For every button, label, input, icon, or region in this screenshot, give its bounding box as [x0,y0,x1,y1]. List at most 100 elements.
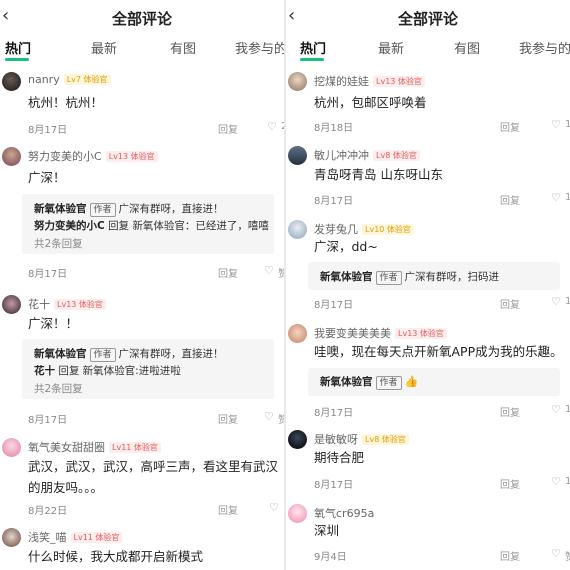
level-badge: Lv7 体验官 [63,74,111,85]
avatar[interactable] [2,72,21,91]
reply-button[interactable]: 回复 [500,404,520,419]
reply-line: 花十 回复 新氧体验官:进啦进啦 [34,365,181,377]
username[interactable]: 是敏敏呀 Lv8 体验官 [314,431,409,447]
comment-text: 武汉，武汉，武汉，高呼三声，看这里有武汉的朋友吗。。。 [28,459,279,495]
comment-item: 努力变美的小C Lv13 体验官 广深！ 新氧体验官 作者 广深有群呀，直接进！ 努力… [0,147,284,282]
comment-date: 8月22日 [28,506,68,517]
comment-text: 青岛呀青岛 山东呀山东 [314,167,443,182]
comment-item: nanryLv7 体验官 杭州！杭州！ 8月17日 回复 ♡ 2 [0,72,284,136]
like-heart-icon[interactable]: ♡ [269,501,279,514]
author-tag: 作者 [89,348,116,362]
reply-button[interactable]: 回复 [218,411,238,426]
tab-with-images[interactable]: 有图 [454,38,480,57]
reply-box[interactable]: 新氧体验官 作者 👍 [308,368,560,396]
author-tag: 作者 [375,376,402,390]
tab-bar: 热门 最新 有图 我参与的 [0,34,284,64]
avatar[interactable] [288,504,307,523]
comment-item: 是敏敏呀 Lv8 体验官 期待合肥 8月17日 回复 ♡ 1 [286,430,570,491]
tab-hot[interactable]: 热门 [300,38,326,57]
top-bar: ‹ 全部评论 [0,0,284,34]
comment-text: 什么时候，我大成都开启新模式 [28,549,204,564]
like-heart-icon[interactable]: ♡ [551,547,561,560]
reply-button[interactable]: 回复 [500,476,520,491]
like-count: 赞 [278,269,284,280]
level-badge: Lv11 体验官 [70,532,123,543]
reply-line: 努力变美的小C 回复 新氧体验官：已经进了，嘻嘻 [34,220,269,232]
tab-participated[interactable]: 我参与的 [519,38,570,57]
level-badge: Lv13 体验官 [373,76,425,87]
reply-box[interactable]: 新氧体验官 作者 广深有群呀，直接进！ 努力变美的小C 回复 新氧体验官：已经进了，… [22,194,274,254]
username[interactable]: 挖煤的娃娃 Lv13 体验官 [314,73,425,89]
reply-button[interactable]: 回复 [500,548,520,563]
avatar[interactable] [288,324,307,343]
avatar[interactable] [2,147,21,166]
username[interactable]: 我要变美美美美 Lv13 体验官 [314,325,447,341]
like-heart-icon[interactable]: ♡ [551,191,561,204]
more-replies-link[interactable]: 共2条回复 [34,236,83,251]
comment-date: 8月17日 [28,269,68,280]
reply-button[interactable]: 回复 [218,502,238,517]
like-heart-icon[interactable]: ♡ [267,120,277,133]
reply-line: 新氧体验官 作者 广深有群呀，直接进！ [34,348,224,362]
top-bar: ‹ 全部评论 [286,0,570,34]
thumbs-up-icon: 👍 [404,375,419,388]
tab-latest[interactable]: 最新 [91,38,117,57]
reply-button[interactable]: 回复 [500,192,520,207]
page-title: 全部评论 [397,10,458,28]
username[interactable]: 浅笑_喵 Lv11 体验官 [28,529,123,545]
reply-box[interactable]: 新氧体验官 作者 广深有群呀，扫码进 [308,262,560,290]
comment-text: 哇噢，现在每天点开新氧APP成为我的乐趣。 [314,344,563,359]
username[interactable]: 敏儿冲冲冲 Lv8 体验官 [314,147,420,163]
comment-item: 我要变美美美美 Lv13 体验官 哇噢，现在每天点开新氧APP成为我的乐趣。 新氧… [286,324,570,419]
username[interactable]: 花十 Lv13 体验官 [28,296,106,312]
avatar[interactable] [288,430,307,449]
level-badge: Lv13 体验官 [395,328,447,339]
like-heart-icon[interactable]: ♡ [264,410,274,423]
active-tab-indicator [5,58,29,61]
username[interactable]: 氧气美女甜甜圈 Lv11 体验官 [28,439,161,455]
avatar[interactable] [2,438,21,457]
reply-line: 新氧体验官 作者 广深有群呀，扫码进 [320,271,500,285]
level-badge: Lv10 体验官 [362,224,414,235]
reply-button[interactable]: 回复 [218,121,238,136]
avatar[interactable] [288,72,307,91]
reply-button[interactable]: 回复 [500,296,520,311]
comment-date: 8月18日 [314,123,354,134]
like-heart-icon[interactable]: ♡ [551,295,561,308]
reply-box[interactable]: 新氧体验官 作者 广深有群呀，直接进！ 花十 回复 新氧体验官:进啦进啦 共2条回复 [22,339,274,399]
reply-button[interactable]: 回复 [218,265,238,280]
username[interactable]: nanry Lv7 体验官 [28,73,111,86]
tab-hot[interactable]: 热门 [5,38,31,57]
comment-item: 花十 Lv13 体验官 广深！！ 新氧体验官 作者 广深有群呀，直接进！ 花十 回复 … [0,295,284,426]
tab-with-images[interactable]: 有图 [170,38,196,57]
username[interactable]: 发芽兔几 Lv10 体验官 [314,221,414,237]
avatar[interactable] [2,295,21,314]
more-replies-link[interactable]: 共2条回复 [34,381,83,396]
comment-text: 广深！ [28,170,66,185]
comment-date: 8月17日 [314,196,354,207]
username[interactable]: 氧气cr695a [314,505,374,521]
like-heart-icon[interactable]: ♡ [264,264,274,277]
comment-date: 8月17日 [28,415,68,426]
author-tag: 作者 [89,203,116,217]
avatar[interactable] [2,528,21,547]
like-count: 2 [281,121,284,132]
level-badge: Lv8 体验官 [362,434,409,445]
like-heart-icon[interactable]: ♡ [551,403,561,416]
like-count: 1 [565,404,570,415]
comment-item: 氧气cr695a 深圳 9月4日 回复 ♡ 赞 [286,504,570,570]
username[interactable]: 努力变美的小C Lv13 体验官 [28,148,158,164]
tab-latest[interactable]: 最新 [378,38,404,57]
comment-date: 8月17日 [314,480,354,491]
comment-text: 深圳 [314,523,340,538]
level-badge: Lv13 体验官 [105,151,158,162]
avatar[interactable] [288,220,307,239]
like-heart-icon[interactable]: ♡ [551,118,561,131]
comment-item: 氧气美女甜甜圈 Lv11 体验官 武汉，武汉，武汉，高呼三声，看这里有武汉的朋友吗… [0,438,284,517]
tab-participated[interactable]: 我参与的 [235,38,284,57]
like-heart-icon[interactable]: ♡ [551,475,561,488]
avatar[interactable] [288,146,307,165]
comment-item: 浅笑_喵 Lv11 体验官 什么时候，我大成都开启新模式 [0,528,284,570]
reply-button[interactable]: 回复 [500,119,520,134]
reply-line: 新氧体验官 作者 👍 [320,375,419,390]
